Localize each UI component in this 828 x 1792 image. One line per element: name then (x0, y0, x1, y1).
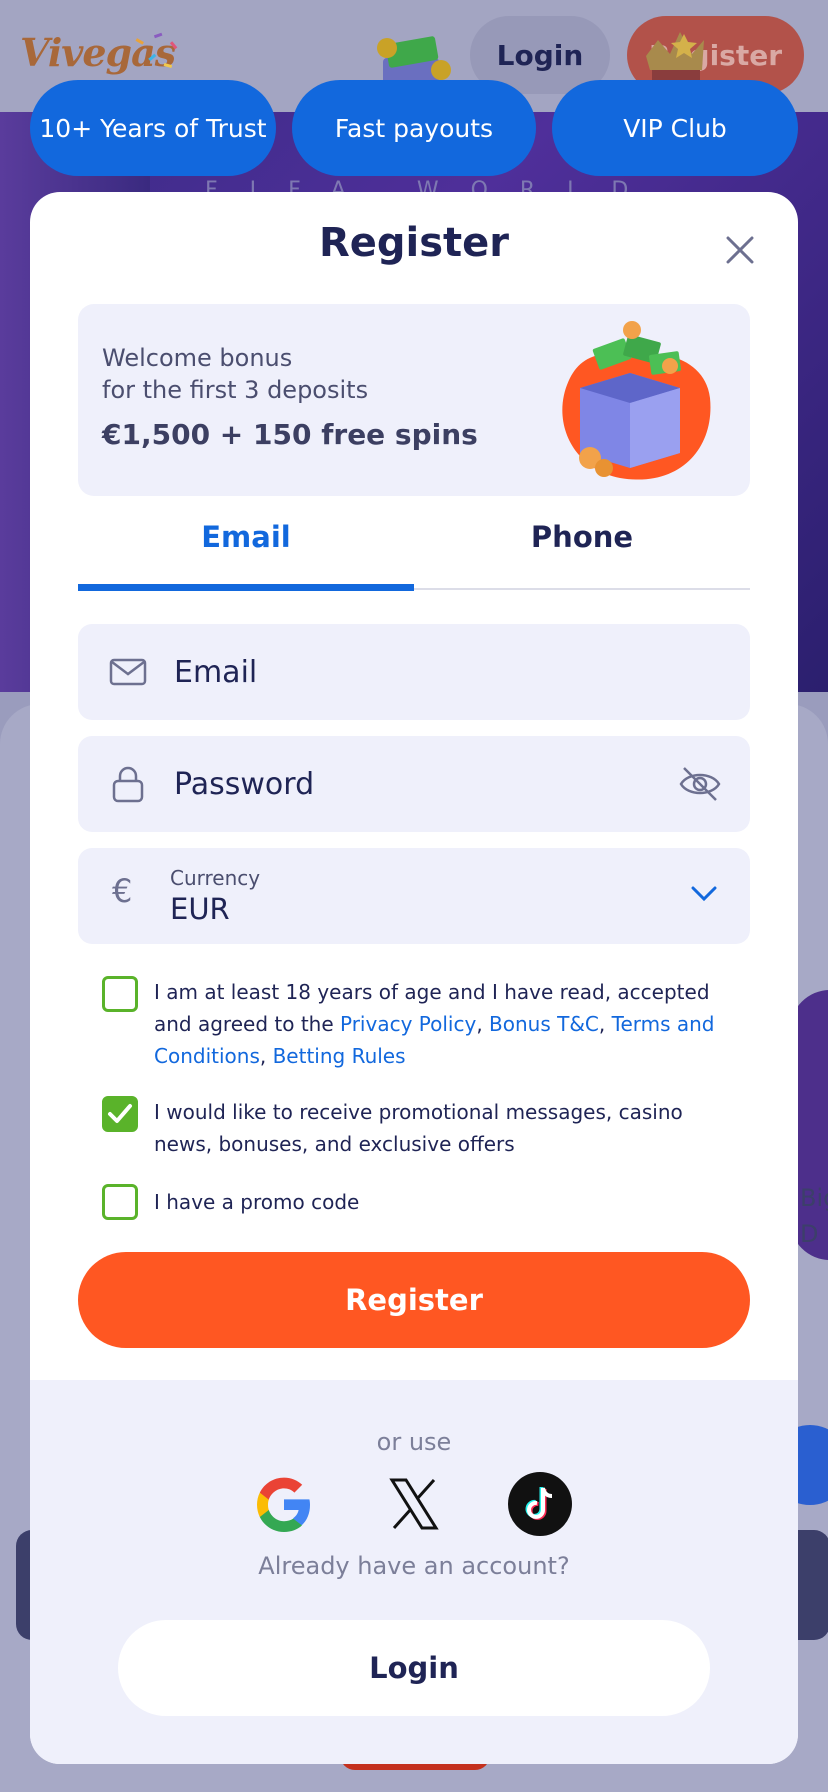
welcome-bonus-banner: Welcome bonus for the first 3 deposits €… (78, 304, 750, 496)
login-button[interactable]: Login (118, 1620, 710, 1716)
lock-icon (112, 766, 144, 803)
mail-icon (109, 658, 147, 686)
gift-box-icon (562, 321, 711, 480)
confetti-icon (135, 32, 178, 68)
currency-value: EUR (170, 892, 230, 926)
separator: , (598, 1012, 612, 1036)
separator: , (476, 1012, 490, 1036)
age-consent-text: I am at least 18 years of age and I have… (154, 976, 744, 1072)
modal-title: Register (318, 220, 510, 266)
x-icon[interactable] (382, 1472, 446, 1536)
register-modal: Register Welcome bonus for the first 3 d… (30, 192, 798, 1764)
betting-rules-link[interactable]: Betting Rules (273, 1044, 406, 1068)
bonus-line-2: for the first 3 deposits (102, 376, 369, 404)
promo-code-text: I have a promo code (154, 1190, 360, 1214)
bonus-tc-link[interactable]: Bonus T&C (489, 1012, 599, 1036)
bonus-amount: €1,500 + 150 free spins (102, 418, 478, 451)
fast-payouts-pill[interactable]: Fast payouts (292, 80, 536, 176)
separator: , (259, 1044, 273, 1068)
promo-code-checkbox[interactable] (102, 1184, 138, 1220)
already-have-account-text: Already have an account? (258, 1552, 570, 1580)
or-use-label: or use (376, 1428, 452, 1456)
promo-messages-checkbox[interactable] (102, 1096, 138, 1132)
tab-phone[interactable]: Phone (414, 502, 750, 572)
email-placeholder: Email (174, 654, 258, 690)
eye-off-icon[interactable] (678, 764, 722, 804)
background-side-text: Big D (800, 1184, 828, 1248)
age-checkbox[interactable] (102, 976, 138, 1012)
password-placeholder: Password (174, 766, 315, 802)
trust-pill[interactable]: 10+ Years of Trust (30, 80, 276, 176)
email-field[interactable]: Email (78, 624, 750, 720)
currency-select[interactable]: € Currency EUR (78, 848, 750, 944)
vip-club-pill[interactable]: VIP Club (552, 80, 798, 176)
euro-icon: € (112, 872, 133, 910)
promo-messages-text: I would like to receive promotional mess… (154, 1100, 683, 1156)
tiktok-icon[interactable] (508, 1472, 572, 1536)
register-button[interactable]: Register (78, 1252, 750, 1348)
chevron-down-icon[interactable] (690, 884, 718, 904)
password-field[interactable]: Password (78, 736, 750, 832)
privacy-policy-link[interactable]: Privacy Policy (340, 1012, 476, 1036)
tab-active-indicator (78, 584, 414, 591)
currency-label: Currency (170, 866, 261, 890)
checkmark-icon (108, 1104, 132, 1123)
google-icon[interactable] (252, 1472, 316, 1536)
bonus-line-1: Welcome bonus (102, 344, 293, 372)
tab-email[interactable]: Email (78, 502, 414, 572)
close-icon[interactable] (722, 232, 758, 268)
